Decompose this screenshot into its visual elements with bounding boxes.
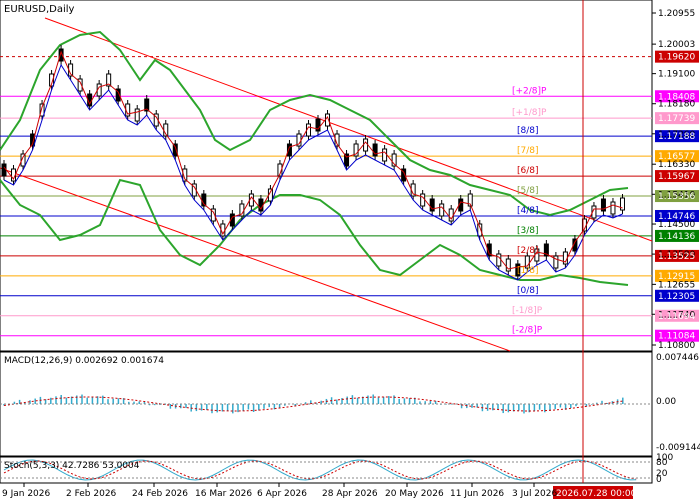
candle-body bbox=[134, 108, 140, 122]
time-tick-label: 3 Jul 2026 bbox=[512, 489, 557, 499]
murrey-label: [0/8] bbox=[517, 286, 539, 296]
murrey-label: [6/8] bbox=[517, 166, 539, 176]
macd-tick-label: 0.00 bbox=[656, 397, 676, 407]
murrey-label: [7/8] bbox=[517, 146, 539, 156]
price-tick-label: 1.20955 bbox=[658, 9, 695, 19]
price-level-tag-label: 1.18408 bbox=[658, 92, 695, 102]
price-level-tag-label: 1.15967 bbox=[658, 172, 695, 182]
stoch-tick-label: 80 bbox=[656, 458, 668, 468]
murrey-label: [1/8] bbox=[517, 266, 539, 276]
price-level-tag-label: 1.12305 bbox=[658, 292, 695, 302]
candle-body bbox=[439, 203, 445, 217]
murrey-label: [2/8] bbox=[517, 246, 539, 256]
time-tick-label: 28 Apr 2026 bbox=[322, 489, 378, 499]
time-tick-label: 11 Jun 2026 bbox=[450, 489, 504, 499]
price-level-tag-label: 1.12915 bbox=[658, 272, 695, 282]
macd-tick-label: 0.007446 bbox=[656, 353, 699, 363]
chart-window[interactable]: EURUSD,Daily MACD(12,26,9) 0.002692 0.001… bbox=[0, 0, 700, 500]
candle-body bbox=[1, 163, 7, 177]
chart-canvas[interactable]: EURUSD,Daily MACD(12,26,9) 0.002692 0.001… bbox=[0, 0, 700, 500]
murrey-label: [-2/8]P bbox=[512, 326, 543, 336]
candle-body bbox=[363, 138, 369, 152]
price-level-tag-label: 1.17739 bbox=[658, 114, 695, 124]
murrey-label: [+2/8]P bbox=[512, 86, 547, 96]
candle-body bbox=[382, 148, 388, 162]
price-level-tag-label: 1.16577 bbox=[658, 152, 695, 162]
candle-body bbox=[496, 253, 502, 267]
price-level-tag-label: 1.14746 bbox=[658, 212, 695, 222]
price-level-tag-label: 1.15356 bbox=[658, 192, 695, 202]
candle-body bbox=[420, 193, 426, 207]
time-tick-label: 6 Apr 2026 bbox=[257, 489, 307, 499]
price-tick-label: 1.20003 bbox=[658, 40, 695, 50]
main-pane[interactable] bbox=[0, 0, 653, 352]
price-level-tag-label: 1.19620 bbox=[658, 53, 695, 63]
murrey-label: [4/8] bbox=[517, 206, 539, 216]
time-tick-label: 24 Feb 2026 bbox=[132, 489, 188, 499]
price-tick-label: 1.19100 bbox=[658, 70, 695, 80]
murrey-label: [3/8] bbox=[517, 226, 539, 236]
murrey-label: [-1/8]P bbox=[512, 306, 543, 316]
price-level-tag-label: 1.17188 bbox=[658, 132, 695, 142]
price-level-tag-label: 1.11084 bbox=[658, 332, 695, 342]
price-tick-label: 1.10800 bbox=[658, 341, 695, 351]
stoch-tick-label: 0 bbox=[656, 475, 662, 485]
time-tick-label: 20 May 2026 bbox=[385, 489, 444, 499]
murrey-label: [8/8] bbox=[517, 126, 539, 136]
candle-body bbox=[610, 201, 616, 215]
price-level-tag-label: 1.13525 bbox=[658, 252, 695, 262]
price-level-tag-label: 1.14136 bbox=[658, 232, 695, 242]
murrey-label: [5/8] bbox=[517, 186, 539, 196]
macd-label: MACD(12,26,9) 0.002692 0.001674 bbox=[4, 356, 164, 366]
macd-tick-label: -0.009144 bbox=[656, 443, 700, 453]
stoch-label: Stoch(5,3,3) 42.7286 53.0004 bbox=[4, 461, 140, 471]
time-tick-label: 2 Feb 2026 bbox=[66, 489, 117, 499]
price-level-tag-label: 1.11694 bbox=[658, 312, 695, 322]
candle-body bbox=[619, 197, 625, 211]
cursor-time-label: 2026.07.28 00:00 bbox=[556, 489, 637, 499]
symbol-label: EURUSD,Daily bbox=[4, 4, 75, 15]
time-tick-label: 16 Mar 2026 bbox=[195, 489, 252, 499]
murrey-label: [+1/8]P bbox=[512, 108, 547, 118]
time-tick-label: 9 Jan 2026 bbox=[2, 489, 50, 499]
